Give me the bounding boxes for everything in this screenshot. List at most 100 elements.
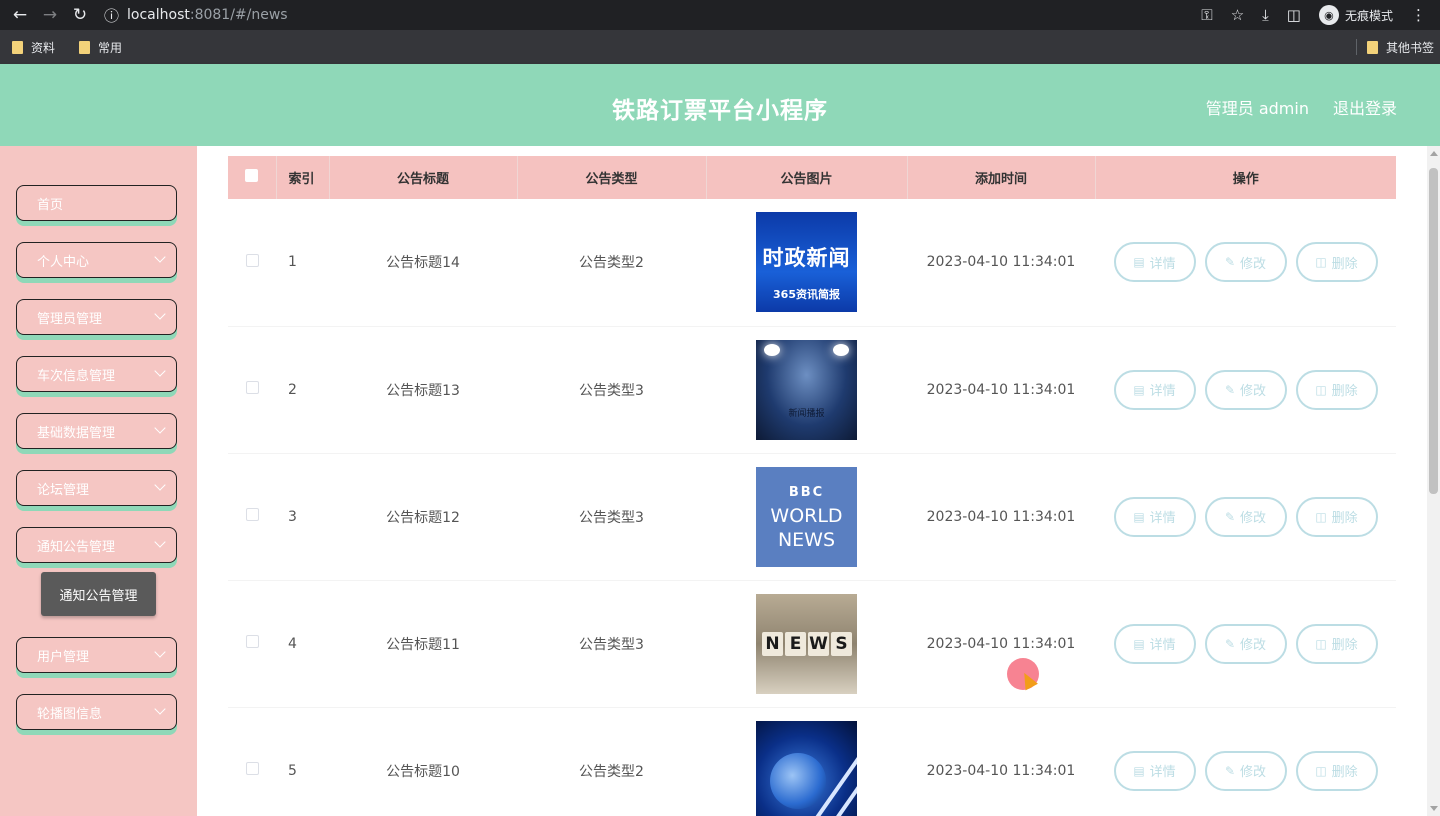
button-label: 详情 <box>1149 638 1176 653</box>
news-thumbnail[interactable] <box>756 720 857 816</box>
key-icon[interactable]: ⚿ <box>1201 6 1212 24</box>
row-image-cell: 时政新闻 365资讯简报 <box>706 199 907 327</box>
news-thumbnail[interactable]: BBC WORLD NEWS <box>756 466 857 567</box>
row-checkbox[interactable] <box>245 381 259 394</box>
thumbnail-text: 时政新闻 <box>762 246 851 271</box>
folder-icon <box>12 40 23 54</box>
detail-button[interactable]: ▤ 详情 <box>1113 496 1196 537</box>
star-icon[interactable]: ☆ <box>1231 6 1244 24</box>
sidepanel-icon[interactable]: ◫ <box>1287 6 1301 24</box>
pencil-icon: ✎ <box>1224 509 1236 524</box>
logout-button[interactable]: 退出登录 <box>1333 95 1397 119</box>
detail-button[interactable]: ▤ 详情 <box>1113 369 1196 410</box>
pencil-icon: ✎ <box>1224 382 1236 397</box>
sidebar-item-profile[interactable]: 个人中心 <box>16 242 177 278</box>
table-header-row: 索引 公告标题 公告类型 公告图片 添加时间 操作 <box>228 156 1396 199</box>
sidebar-item-carousel[interactable]: 轮播图信息 <box>16 694 177 730</box>
document-icon: ▤ <box>1133 636 1145 651</box>
news-table: 索引 公告标题 公告类型 公告图片 添加时间 操作 1 公告标题14 公告类型2… <box>228 156 1396 816</box>
row-time: 2023-04-10 11:34:01 <box>907 707 1095 816</box>
edit-button[interactable]: ✎ 修改 <box>1204 369 1287 410</box>
row-checkbox[interactable] <box>245 635 259 648</box>
chevron-down-icon <box>154 703 166 715</box>
edit-button[interactable]: ✎ 修改 <box>1204 496 1287 537</box>
trash-icon: ◫ <box>1315 509 1327 524</box>
row-checkbox-cell <box>228 580 276 708</box>
sidebar-item-users[interactable]: 用户管理 <box>16 637 177 673</box>
info-icon[interactable]: ⓘ <box>104 5 119 26</box>
row-actions: ▤ 详情 ✎ 修改 ◫ 删除 <box>1095 199 1396 327</box>
button-label: 修改 <box>1240 256 1267 272</box>
download-icon[interactable]: ⤓ <box>1262 6 1269 24</box>
pencil-icon: ✎ <box>1224 763 1236 778</box>
delete-button[interactable]: ◫ 删除 <box>1295 623 1378 664</box>
column-header: 操作 <box>1095 156 1396 199</box>
button-label: 修改 <box>1240 384 1267 399</box>
incognito-label: 无痕模式 <box>1344 8 1393 23</box>
detail-button[interactable]: ▤ 详情 <box>1113 242 1196 283</box>
sidebar-item-home[interactable]: 首页 <box>16 185 177 221</box>
edit-button[interactable]: ✎ 修改 <box>1204 623 1287 664</box>
edit-button[interactable]: ✎ 修改 <box>1204 750 1287 791</box>
news-thumbnail[interactable]: 新闻播报 <box>756 339 857 440</box>
address-bar[interactable]: ⓘ localhost:8081/#/news <box>104 5 288 26</box>
table-row: 2 公告标题13 公告类型3 新闻播报 2023-04-10 11:34:01 … <box>228 326 1396 454</box>
sidebar-item-basic-data[interactable]: 基础数据管理 <box>16 413 177 449</box>
thumbnail-text: BBC <box>788 484 825 500</box>
table-row: 4 公告标题11 公告类型3 N E W S 2023-04-10 11:34:… <box>228 580 1396 708</box>
column-header: 添加时间 <box>907 156 1096 199</box>
reload-icon[interactable]: ↻ <box>70 5 90 25</box>
delete-button[interactable]: ◫ 删除 <box>1295 750 1378 791</box>
sidebar-item-admins[interactable]: 管理员管理 <box>16 299 177 335</box>
sidebar-item-label: 个人中心 <box>37 254 90 270</box>
scroll-down-icon[interactable] <box>1430 806 1438 811</box>
back-icon[interactable]: ← <box>10 5 30 25</box>
button-label: 删除 <box>1331 256 1358 272</box>
row-checkbox[interactable] <box>245 762 259 775</box>
bookmark-folder-0[interactable]: 资料 <box>12 39 55 56</box>
bookmark-label: 资料 <box>31 40 56 55</box>
select-all-checkbox[interactable] <box>245 169 259 182</box>
browser-toolbar: ← → ↻ ⓘ localhost:8081/#/news ⚿ ☆ ⤓ ◫ ◉ … <box>0 0 1440 30</box>
globe-shape <box>770 752 826 809</box>
sidebar-item-news[interactable]: 通知公告管理 <box>16 527 177 563</box>
row-checkbox-cell <box>228 199 276 327</box>
submenu-item-news[interactable]: 通知公告管理 <box>41 572 156 616</box>
delete-button[interactable]: ◫ 删除 <box>1295 496 1378 537</box>
thumbnail-text: NEWS <box>777 528 836 551</box>
news-thumbnail[interactable]: N E W S <box>756 593 857 694</box>
button-label: 详情 <box>1149 384 1176 399</box>
chevron-down-icon <box>154 365 166 377</box>
row-index: 5 <box>276 707 329 816</box>
incognito-indicator[interactable]: ◉ 无痕模式 <box>1318 5 1393 25</box>
edit-button[interactable]: ✎ 修改 <box>1204 242 1287 283</box>
row-time: 2023-04-10 11:34:01 <box>907 199 1095 327</box>
delete-button[interactable]: ◫ 删除 <box>1295 369 1378 410</box>
scroll-up-icon[interactable] <box>1430 151 1438 156</box>
news-thumbnail[interactable]: 时政新闻 365资讯简报 <box>756 212 857 313</box>
button-label: 详情 <box>1149 256 1176 272</box>
page-scrollbar[interactable] <box>1427 146 1440 816</box>
folder-icon <box>1366 40 1378 54</box>
detail-button[interactable]: ▤ 详情 <box>1113 750 1196 791</box>
row-title: 公告标题11 <box>329 580 517 708</box>
document-icon: ▤ <box>1133 255 1145 270</box>
other-bookmarks[interactable]: 其他书签 <box>1366 39 1434 56</box>
row-type: 公告类型3 <box>517 580 706 708</box>
document-icon: ▤ <box>1133 382 1145 397</box>
row-title: 公告标题13 <box>329 326 517 454</box>
delete-button[interactable]: ◫ 删除 <box>1295 242 1378 283</box>
sidebar-item-forum[interactable]: 论坛管理 <box>16 470 177 506</box>
more-menu-icon[interactable]: ⋮ <box>1411 6 1426 24</box>
sidebar-item-trains[interactable]: 车次信息管理 <box>16 356 177 392</box>
chevron-down-icon <box>154 536 166 548</box>
scroll-thumb[interactable] <box>1429 168 1438 494</box>
row-checkbox[interactable] <box>245 508 259 521</box>
row-checkbox[interactable] <box>245 253 259 267</box>
document-icon: ▤ <box>1133 509 1145 524</box>
detail-button[interactable]: ▤ 详情 <box>1113 623 1196 664</box>
button-label: 删除 <box>1331 638 1358 653</box>
bookmark-folder-1[interactable]: 常用 <box>79 39 122 56</box>
forward-icon[interactable]: → <box>40 5 60 25</box>
document-icon: ▤ <box>1133 763 1145 778</box>
